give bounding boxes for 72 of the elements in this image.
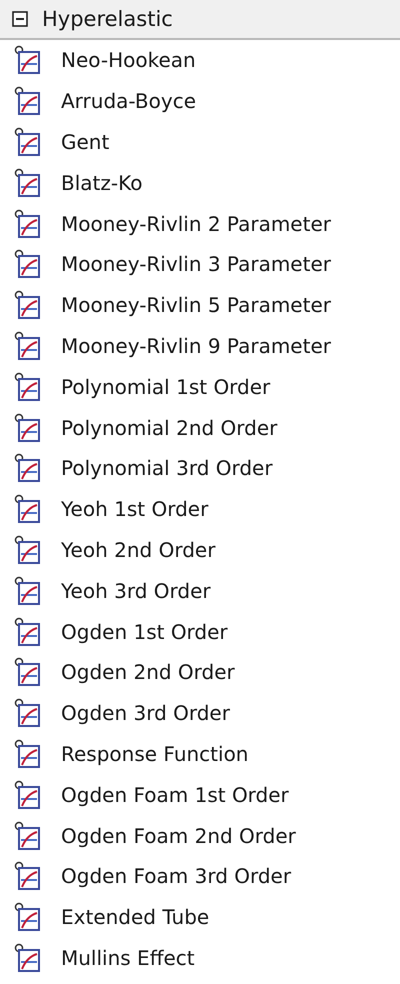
curve-chart-icon: [13, 208, 41, 239]
item-label: Blatz-Ko: [61, 170, 142, 195]
curve-chart-icon: [13, 534, 41, 565]
tree-item[interactable]: Mooney-Rivlin 5 Parameter: [0, 284, 400, 326]
tree-item[interactable]: Ogden 2nd Order: [0, 652, 400, 693]
curve-chart-icon: [13, 45, 41, 76]
tree-item[interactable]: Ogden 1st Order: [0, 611, 400, 652]
item-label: Mooney-Rivlin 9 Parameter: [61, 334, 331, 358]
tree-item[interactable]: Ogden Foam 3rd Order: [0, 856, 400, 897]
item-label: Mooney-Rivlin 2 Parameter: [61, 212, 331, 236]
item-label: Extended Tube: [61, 905, 210, 930]
item-label: Yeoh 1st Order: [61, 497, 208, 522]
item-label: Polynomial 1st Order: [61, 374, 270, 399]
item-label: Arruda-Boyce: [61, 89, 196, 114]
item-label: Ogden 3rd Order: [61, 701, 230, 726]
curve-chart-icon: [13, 249, 41, 280]
tree-item[interactable]: Ogden 3rd Order: [0, 692, 400, 734]
tree-item[interactable]: Ogden Foam 1st Order: [0, 774, 400, 816]
tree-item[interactable]: Mullins Effect: [0, 938, 400, 978]
curve-chart-icon: [13, 738, 41, 769]
tree-item[interactable]: Polynomial 2nd Order: [0, 407, 400, 448]
tree-item[interactable]: Ogden Foam 2nd Order: [0, 815, 400, 856]
item-label: Neo-Hookean: [61, 48, 196, 72]
curve-chart-icon: [13, 942, 41, 973]
curve-chart-icon: [13, 330, 41, 361]
tree-item[interactable]: Neo-Hookean: [0, 40, 400, 81]
item-label: Ogden Foam 3rd Order: [61, 864, 292, 888]
tree-item[interactable]: Yeoh 2nd Order: [0, 530, 400, 570]
tree-item[interactable]: Blatz-Ko: [0, 162, 400, 204]
item-label: Response Function: [61, 742, 248, 766]
curve-chart-icon: [13, 780, 41, 810]
item-label: Mullins Effect: [61, 946, 195, 970]
item-label: Mooney-Rivlin 5 Parameter: [61, 293, 331, 318]
curve-chart-icon: [13, 168, 41, 198]
item-label: Ogden 1st Order: [61, 620, 228, 644]
group-label: Hyperelastic: [42, 7, 173, 31]
item-label: Polynomial 2nd Order: [61, 416, 278, 440]
curve-chart-icon: [13, 902, 41, 932]
item-label: Polynomial 3rd Order: [61, 456, 273, 480]
curve-chart-icon: [13, 698, 41, 728]
curve-chart-icon: [13, 126, 41, 157]
tree-item[interactable]: Arruda-Boyce: [0, 80, 400, 122]
tree-item[interactable]: Yeoh 3rd Order: [0, 570, 400, 612]
item-label: Mooney-Rivlin 3 Parameter: [61, 252, 331, 276]
curve-chart-icon: [13, 494, 41, 524]
item-label: Ogden 2nd Order: [61, 660, 235, 684]
curve-chart-icon: [13, 576, 41, 606]
curve-chart-icon: [13, 453, 41, 484]
curve-chart-icon: [13, 657, 41, 688]
tree-item[interactable]: Yeoh 1st Order: [0, 488, 400, 530]
curve-chart-icon: [13, 820, 41, 851]
item-label: Gent: [61, 130, 110, 154]
curve-chart-icon: [13, 86, 41, 116]
tree-item[interactable]: Mooney-Rivlin 9 Parameter: [0, 326, 400, 366]
curve-chart-icon: [13, 372, 41, 402]
tree-item[interactable]: Mooney-Rivlin 2 Parameter: [0, 203, 400, 244]
item-label: Ogden Foam 1st Order: [61, 782, 289, 807]
item-label: Yeoh 2nd Order: [61, 538, 216, 562]
tree-item[interactable]: Mooney-Rivlin 3 Parameter: [0, 244, 400, 285]
curve-chart-icon: [13, 412, 41, 443]
curve-chart-icon: [13, 290, 41, 320]
group-header[interactable]: Hyperelastic: [0, 0, 400, 40]
tree-item[interactable]: Polynomial 1st Order: [0, 366, 400, 408]
item-label: Ogden Foam 2nd Order: [61, 824, 296, 848]
collapse-icon[interactable]: [12, 11, 28, 27]
tree-item[interactable]: Extended Tube: [0, 896, 400, 938]
curve-chart-icon: [13, 616, 41, 647]
tree-item[interactable]: Gent: [0, 122, 400, 162]
tree-item[interactable]: Response Function: [0, 734, 400, 774]
item-label: Yeoh 3rd Order: [61, 578, 211, 603]
tree-item[interactable]: Polynomial 3rd Order: [0, 448, 400, 489]
curve-chart-icon: [13, 861, 41, 892]
